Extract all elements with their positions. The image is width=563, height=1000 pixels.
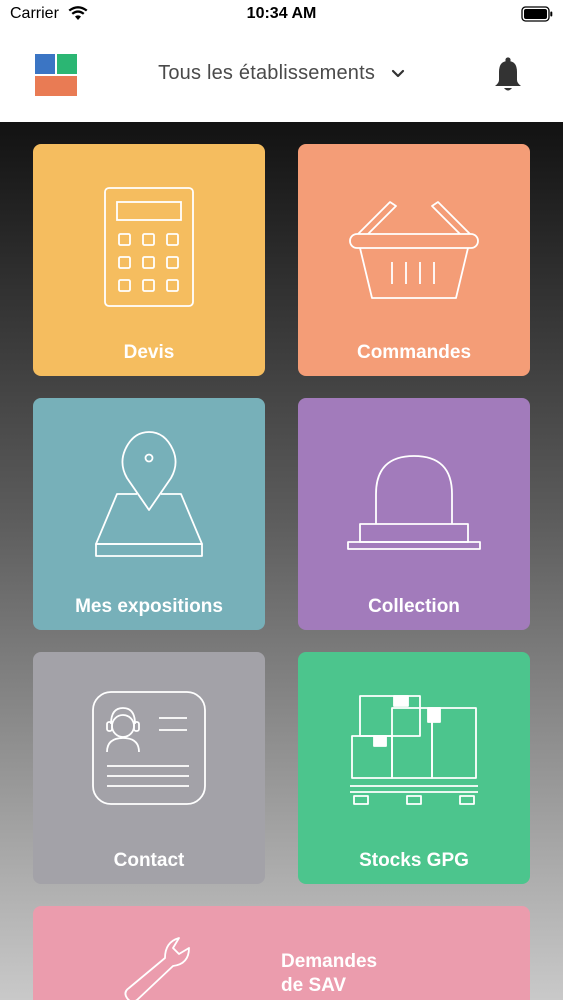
map-pin-icon [95,431,203,557]
pallet-boxes-icon [350,695,478,805]
tile-demandes-sav-label: Demandes de SAV [281,950,441,998]
bell-icon[interactable] [492,56,524,94]
tile-contact[interactable]: Contact [33,652,265,884]
tile-stocks-gpg[interactable]: Stocks GPG [298,652,530,884]
establishment-selector-label: Tous les établissements [158,62,376,84]
tile-commandes[interactable]: Commandes [298,144,530,376]
tile-collection-label: Collection [368,596,460,617]
chevron-down-icon [391,69,404,77]
establishment-selector[interactable]: Tous les établissements [0,62,563,85]
lamp-icon [347,455,481,550]
tile-commandes-label: Commandes [356,342,472,363]
tile-devis-label: Devis [123,342,175,363]
status-time: 10:34 AM [246,5,317,22]
tile-demandes-sav[interactable]: Demandes de SAV [33,906,530,1000]
tile-contact-label: Contact [113,850,185,871]
dashboard-grid: Devis Commandes Mes expositions Collecti… [0,122,563,1000]
tile-demandes-sav-label-line2: de SAV [281,975,347,996]
battery-icon [521,6,553,22]
contact-card-icon [92,691,206,805]
tile-mes-expositions[interactable]: Mes expositions [33,398,265,630]
calculator-icon [104,187,194,307]
basket-icon [349,201,479,299]
tile-collection[interactable]: Collection [298,398,530,630]
tile-mes-expositions-label: Mes expositions [75,596,223,617]
tile-stocks-gpg-label: Stocks GPG [359,850,469,871]
tile-devis[interactable]: Devis [33,144,265,376]
tile-demandes-sav-label-line1: Demandes [281,951,378,972]
status-bar: Carrier 10:34 AM [0,0,563,30]
wrench-icon [124,937,190,1000]
app-header: Tous les établissements [0,30,563,122]
